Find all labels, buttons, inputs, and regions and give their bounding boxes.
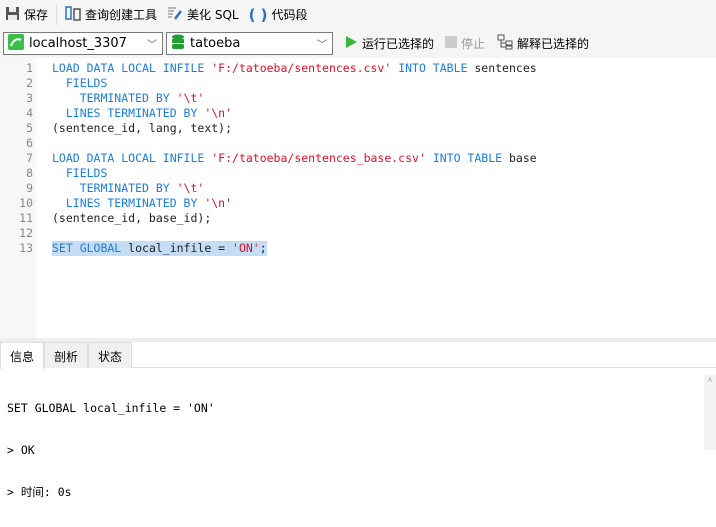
toolbar-divider bbox=[56, 4, 58, 25]
output-tabs: 信息 剖析 状态 bbox=[0, 342, 716, 369]
tab-profile[interactable]: 剖析 bbox=[44, 342, 89, 368]
line-number: 7 bbox=[26, 151, 33, 165]
sql-editor[interactable]: 1 LOAD DATA LOCAL INFILE 'F:/tatoeba/sent… bbox=[0, 58, 716, 338]
line-number: 12 bbox=[19, 226, 33, 240]
code-text: FIELDS bbox=[52, 76, 108, 91]
code-token: 'F:/tatoeba/sentences_base.csv' bbox=[211, 151, 426, 165]
code-token: local_infile = bbox=[128, 241, 233, 255]
save-icon bbox=[5, 6, 20, 24]
code-line[interactable]: 7 LOAD DATA LOCAL INFILE 'F:/tatoeba/sent… bbox=[0, 151, 716, 166]
stop-icon bbox=[445, 36, 457, 51]
code-token: LINES TERMINATED BY bbox=[52, 196, 205, 210]
line-number: 5 bbox=[26, 121, 33, 135]
line-number: 11 bbox=[19, 211, 33, 225]
main-toolbar: 保存 查询创建工具 美化 SQL ( ) 代码段 bbox=[0, 0, 716, 29]
database-select[interactable]: tatoeba ﹀ bbox=[166, 32, 333, 55]
mysql-connection-icon bbox=[8, 33, 24, 54]
message-line: > OK bbox=[7, 443, 35, 457]
output-scrollbar[interactable]: ∧ bbox=[704, 375, 716, 450]
code-text: LINES TERMINATED BY '\n' bbox=[52, 106, 232, 121]
tab-message[interactable]: 信息 bbox=[0, 342, 45, 369]
run-selected-button[interactable]: 运行已选择的 bbox=[340, 32, 439, 56]
code-text: LOAD DATA LOCAL INFILE 'F:/tatoeba/sente… bbox=[52, 61, 537, 76]
code-token: FIELDS bbox=[52, 76, 108, 90]
code-token: base bbox=[508, 151, 537, 165]
connection-toolbar: localhost_3307 ﹀ tatoeba ﹀ 运行已选择的 停止 解释已… bbox=[0, 29, 716, 58]
message-line: > 时间: 0s bbox=[7, 485, 72, 499]
code-text: TERMINATED BY '\t' bbox=[52, 181, 205, 196]
code-token: (sentence_id, lang, text); bbox=[52, 121, 233, 135]
save-button[interactable]: 保存 bbox=[0, 3, 53, 27]
play-icon bbox=[345, 35, 358, 52]
code-token: LOAD DATA LOCAL INFILE bbox=[52, 61, 212, 75]
code-line[interactable]: 6 bbox=[0, 136, 716, 151]
code-line[interactable]: 3 TERMINATED BY '\t' bbox=[0, 91, 716, 106]
line-number: 10 bbox=[19, 196, 33, 210]
code-line[interactable]: 4 LINES TERMINATED BY '\n' bbox=[0, 106, 716, 121]
code-line[interactable]: 9 TERMINATED BY '\t' bbox=[0, 181, 716, 196]
line-number: 8 bbox=[26, 166, 33, 180]
beautify-icon bbox=[167, 5, 183, 24]
code-line[interactable]: 5 (sentence_id, lang, text); bbox=[0, 121, 716, 136]
beautify-sql-button[interactable]: 美化 SQL bbox=[162, 3, 244, 27]
code-token: '\n' bbox=[204, 106, 233, 120]
code-line[interactable]: 2 FIELDS bbox=[0, 76, 716, 91]
code-token: ; bbox=[259, 241, 267, 255]
code-token: LINES TERMINATED BY bbox=[52, 106, 205, 120]
code-token: LOAD DATA LOCAL INFILE bbox=[52, 151, 212, 165]
code-token: INTO TABLE bbox=[425, 151, 509, 165]
tab-status[interactable]: 状态 bbox=[88, 342, 133, 368]
explain-selected-button[interactable]: 解释已选择的 bbox=[492, 32, 594, 56]
connection-select[interactable]: localhost_3307 ﹀ bbox=[3, 32, 163, 55]
line-number: 1 bbox=[26, 61, 33, 75]
code-token: TERMINATED BY bbox=[52, 91, 177, 105]
code-token: TERMINATED BY bbox=[52, 181, 177, 195]
code-snippet-button[interactable]: ( ) 代码段 bbox=[244, 3, 313, 27]
chevron-down-icon: ﹀ bbox=[147, 40, 157, 51]
explain-icon bbox=[497, 34, 513, 53]
stop-button[interactable]: 停止 bbox=[440, 32, 490, 56]
code-token: '\t' bbox=[176, 181, 205, 195]
code-token: '\t' bbox=[176, 91, 205, 105]
line-number: 6 bbox=[26, 136, 33, 150]
code-token: 'F:/tatoeba/sentences.csv' bbox=[211, 61, 392, 75]
code-text: LINES TERMINATED BY '\n' bbox=[52, 196, 232, 211]
code-line[interactable]: 8 FIELDS bbox=[0, 166, 716, 181]
code-token: SET GLOBAL bbox=[52, 241, 129, 255]
line-number: 13 bbox=[19, 241, 33, 255]
output-panel: 信息 剖析 状态 SET GLOBAL local_infile = 'ON' … bbox=[0, 338, 716, 499]
line-number: 2 bbox=[26, 76, 33, 90]
code-token: '\n' bbox=[204, 196, 233, 210]
query-builder-button[interactable]: 查询创建工具 bbox=[60, 3, 162, 27]
code-line[interactable]: 10 LINES TERMINATED BY '\n' bbox=[0, 196, 716, 211]
line-number: 9 bbox=[26, 181, 33, 195]
code-token: (sentence_id, base_id); bbox=[52, 211, 212, 225]
code-token: FIELDS bbox=[52, 166, 108, 180]
database-icon bbox=[171, 34, 185, 54]
code-text: LOAD DATA LOCAL INFILE 'F:/tatoeba/sente… bbox=[52, 151, 537, 166]
code-text: TERMINATED BY '\t' bbox=[52, 91, 205, 106]
message-line: SET GLOBAL local_infile = 'ON' bbox=[7, 401, 215, 415]
code-text: (sentence_id, base_id); bbox=[52, 211, 211, 226]
output-messages: SET GLOBAL local_infile = 'ON' > OK > 时间… bbox=[7, 373, 215, 527]
code-line[interactable]: 12 bbox=[0, 226, 716, 241]
query-builder-icon bbox=[65, 5, 81, 24]
code-token: INTO TABLE bbox=[391, 61, 475, 75]
code-line[interactable]: 1 LOAD DATA LOCAL INFILE 'F:/tatoeba/sent… bbox=[0, 61, 716, 76]
code-text: FIELDS bbox=[52, 166, 108, 181]
chevron-down-icon: ﹀ bbox=[317, 40, 327, 51]
code-token: 'ON' bbox=[232, 241, 260, 255]
line-number: 3 bbox=[26, 91, 33, 105]
code-text: (sentence_id, lang, text); bbox=[52, 121, 232, 136]
code-line[interactable]: 11 (sentence_id, base_id); bbox=[0, 211, 716, 226]
code-token: sentences bbox=[474, 61, 537, 75]
line-number: 4 bbox=[26, 106, 33, 120]
code-line[interactable]: 13 SET GLOBAL local_infile = 'ON'; bbox=[0, 241, 716, 256]
code-text: SET GLOBAL local_infile = 'ON'; bbox=[52, 241, 267, 256]
snippet-icon: ( ) bbox=[248, 5, 268, 24]
